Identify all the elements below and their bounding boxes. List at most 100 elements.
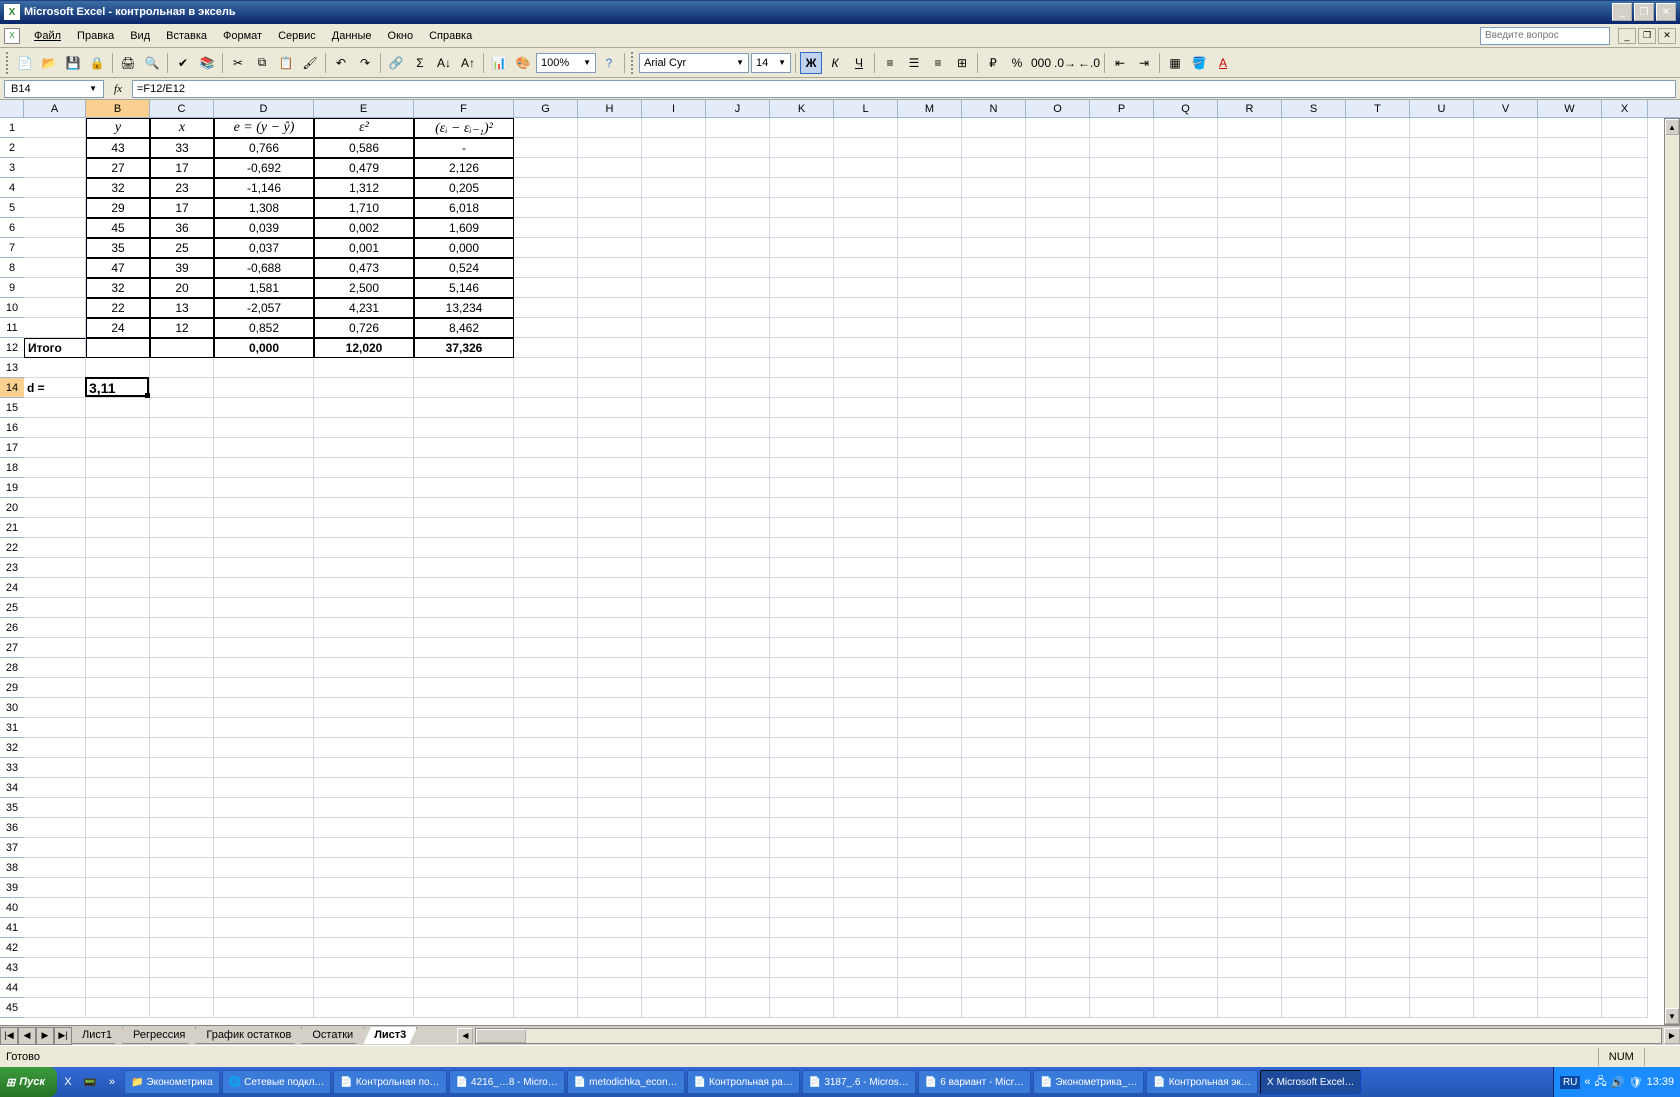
cell-R21[interactable] xyxy=(1218,518,1282,538)
cell-F32[interactable] xyxy=(414,738,514,758)
cell-Q26[interactable] xyxy=(1154,618,1218,638)
cell-N25[interactable] xyxy=(962,598,1026,618)
cell-T31[interactable] xyxy=(1346,718,1410,738)
column-header-N[interactable]: N xyxy=(962,100,1026,117)
cell-O19[interactable] xyxy=(1026,478,1090,498)
cell-B11[interactable]: 24 xyxy=(86,318,150,338)
cell-K14[interactable] xyxy=(770,378,834,398)
cell-T9[interactable] xyxy=(1346,278,1410,298)
increase-decimal-icon[interactable]: .0→ xyxy=(1054,52,1076,74)
cell-E25[interactable] xyxy=(314,598,414,618)
italic-button[interactable]: К xyxy=(824,52,846,74)
cell-P40[interactable] xyxy=(1090,898,1154,918)
cell-M32[interactable] xyxy=(898,738,962,758)
cell-W20[interactable] xyxy=(1538,498,1602,518)
cell-S28[interactable] xyxy=(1282,658,1346,678)
cell-W6[interactable] xyxy=(1538,218,1602,238)
cell-B9[interactable]: 32 xyxy=(86,278,150,298)
cell-B7[interactable]: 35 xyxy=(86,238,150,258)
cell-F35[interactable] xyxy=(414,798,514,818)
cell-A32[interactable] xyxy=(24,738,86,758)
cell-W1[interactable] xyxy=(1538,118,1602,138)
cell-H45[interactable] xyxy=(578,998,642,1018)
cell-K21[interactable] xyxy=(770,518,834,538)
tray-network-icon[interactable]: 🖧 xyxy=(1595,1073,1607,1092)
cell-B8[interactable]: 47 xyxy=(86,258,150,278)
column-header-X[interactable]: X xyxy=(1602,100,1648,117)
cell-I23[interactable] xyxy=(642,558,706,578)
cell-T18[interactable] xyxy=(1346,458,1410,478)
cell-X4[interactable] xyxy=(1602,178,1648,198)
cell-K4[interactable] xyxy=(770,178,834,198)
cell-B28[interactable] xyxy=(86,658,150,678)
cell-A43[interactable] xyxy=(24,958,86,978)
cell-O11[interactable] xyxy=(1026,318,1090,338)
taskbar-button-6[interactable]: 📄3187_.6 - Micros… xyxy=(802,1070,916,1094)
cell-A24[interactable] xyxy=(24,578,86,598)
cell-U21[interactable] xyxy=(1410,518,1474,538)
cell-L15[interactable] xyxy=(834,398,898,418)
print-icon[interactable]: 🖨 xyxy=(117,52,139,74)
cell-F5[interactable]: 6,018 xyxy=(414,198,514,218)
cell-R38[interactable] xyxy=(1218,858,1282,878)
cell-L11[interactable] xyxy=(834,318,898,338)
cell-P45[interactable] xyxy=(1090,998,1154,1018)
cell-E14[interactable] xyxy=(314,378,414,398)
cell-G21[interactable] xyxy=(514,518,578,538)
cell-X22[interactable] xyxy=(1602,538,1648,558)
cell-G1[interactable] xyxy=(514,118,578,138)
cell-M10[interactable] xyxy=(898,298,962,318)
cell-X6[interactable] xyxy=(1602,218,1648,238)
cell-Q30[interactable] xyxy=(1154,698,1218,718)
cell-S12[interactable] xyxy=(1282,338,1346,358)
cell-V42[interactable] xyxy=(1474,938,1538,958)
cell-O43[interactable] xyxy=(1026,958,1090,978)
cell-R36[interactable] xyxy=(1218,818,1282,838)
cell-R24[interactable] xyxy=(1218,578,1282,598)
cell-S30[interactable] xyxy=(1282,698,1346,718)
cell-D43[interactable] xyxy=(214,958,314,978)
cell-C42[interactable] xyxy=(150,938,214,958)
cell-K8[interactable] xyxy=(770,258,834,278)
cell-D8[interactable]: -0,688 xyxy=(214,258,314,278)
cell-S22[interactable] xyxy=(1282,538,1346,558)
cell-E43[interactable] xyxy=(314,958,414,978)
cell-C21[interactable] xyxy=(150,518,214,538)
cell-Q2[interactable] xyxy=(1154,138,1218,158)
cell-N4[interactable] xyxy=(962,178,1026,198)
cell-V19[interactable] xyxy=(1474,478,1538,498)
cell-P33[interactable] xyxy=(1090,758,1154,778)
cell-K3[interactable] xyxy=(770,158,834,178)
cell-A26[interactable] xyxy=(24,618,86,638)
cell-L37[interactable] xyxy=(834,838,898,858)
cell-N10[interactable] xyxy=(962,298,1026,318)
cell-C17[interactable] xyxy=(150,438,214,458)
cell-S11[interactable] xyxy=(1282,318,1346,338)
toolbar-grip-2[interactable] xyxy=(631,52,635,74)
sheet-tab-2[interactable]: График остатков xyxy=(195,1027,302,1044)
menu-tools[interactable]: Сервис xyxy=(270,28,324,44)
cell-P34[interactable] xyxy=(1090,778,1154,798)
cell-U15[interactable] xyxy=(1410,398,1474,418)
cell-U41[interactable] xyxy=(1410,918,1474,938)
scroll-left-button[interactable]: ◀ xyxy=(457,1028,473,1044)
cell-M5[interactable] xyxy=(898,198,962,218)
cell-I40[interactable] xyxy=(642,898,706,918)
cell-C12[interactable] xyxy=(150,338,214,358)
cell-C33[interactable] xyxy=(150,758,214,778)
cell-E29[interactable] xyxy=(314,678,414,698)
cell-E39[interactable] xyxy=(314,878,414,898)
cell-E12[interactable]: 12,020 xyxy=(314,338,414,358)
cell-D23[interactable] xyxy=(214,558,314,578)
taskbar-button-9[interactable]: 📄Контрольная эк… xyxy=(1146,1070,1258,1094)
cell-H15[interactable] xyxy=(578,398,642,418)
cell-Q23[interactable] xyxy=(1154,558,1218,578)
cell-K26[interactable] xyxy=(770,618,834,638)
cell-G41[interactable] xyxy=(514,918,578,938)
cell-T33[interactable] xyxy=(1346,758,1410,778)
cell-H3[interactable] xyxy=(578,158,642,178)
cell-J32[interactable] xyxy=(706,738,770,758)
cell-C22[interactable] xyxy=(150,538,214,558)
row-header-8[interactable]: 8 xyxy=(0,258,24,278)
cell-H44[interactable] xyxy=(578,978,642,998)
